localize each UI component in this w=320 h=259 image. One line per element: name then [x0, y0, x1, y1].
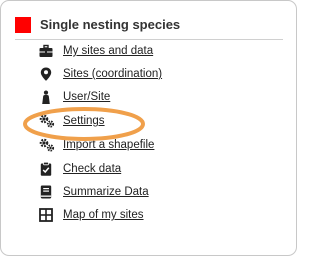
gears-icon: [39, 138, 55, 152]
person-icon: [39, 90, 53, 104]
grid-icon: [39, 208, 53, 222]
species-color-swatch: [15, 17, 31, 33]
menu-item-label[interactable]: Map of my sites: [63, 208, 144, 222]
briefcase-icon: [39, 44, 53, 58]
menu-item-label[interactable]: Import a shapefile: [63, 138, 154, 152]
map-marker-icon: [39, 67, 53, 81]
menu-item-label[interactable]: Summarize Data: [63, 185, 149, 199]
species-menu-panel: Single nesting species My sites and data…: [0, 0, 297, 256]
clipboard-check-icon: [39, 162, 53, 176]
menu-item-label[interactable]: Check data: [63, 162, 121, 176]
panel-header: Single nesting species: [15, 17, 283, 40]
book-icon: [39, 185, 53, 199]
menu-item-label[interactable]: Settings: [63, 114, 105, 128]
menu-item-label[interactable]: My sites and data: [63, 44, 153, 58]
panel-title: Single nesting species: [40, 17, 181, 32]
header-divider: [15, 39, 283, 40]
gears-icon: [39, 114, 55, 128]
menu-item-label[interactable]: User/Site: [63, 90, 110, 104]
menu-item-label[interactable]: Sites (coordination): [63, 67, 162, 81]
